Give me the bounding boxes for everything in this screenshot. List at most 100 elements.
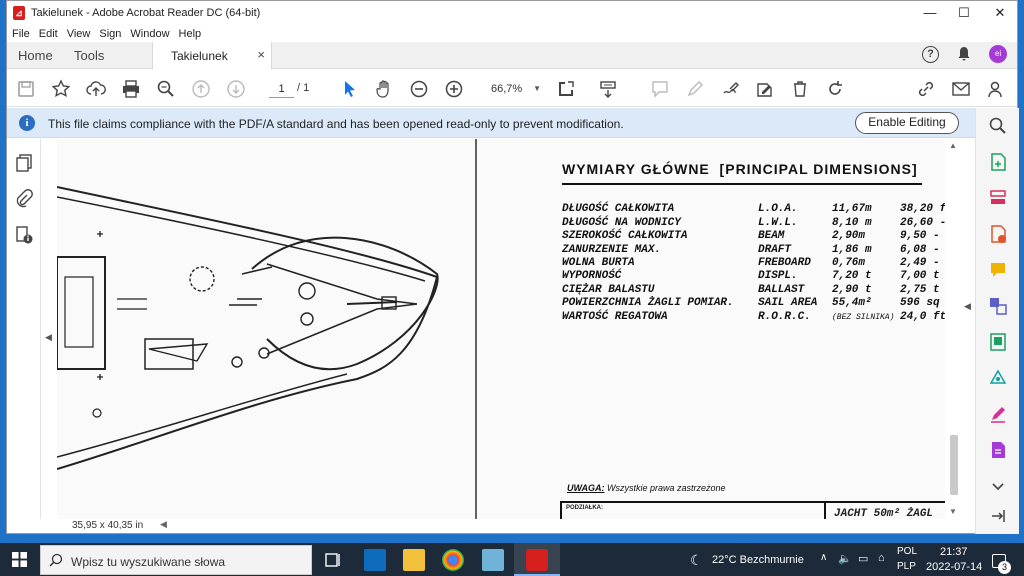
fill-sign-icon[interactable] [754, 78, 776, 100]
horizontal-scroll-left-icon[interactable]: ◀ [160, 519, 167, 530]
tab-tools[interactable]: Tools [74, 42, 104, 69]
zoom-out-icon[interactable] [408, 78, 430, 100]
comment-icon[interactable] [649, 78, 671, 100]
create-pdf-icon[interactable] [988, 152, 1008, 172]
outlook-app-icon[interactable] [364, 549, 386, 571]
zoom-level-value: 66,7% [491, 83, 523, 95]
find-zoom-icon[interactable] [155, 78, 177, 100]
scrollbar-thumb[interactable] [950, 435, 958, 495]
windows-start-icon[interactable] [12, 552, 27, 567]
file-explorer-icon[interactable] [403, 549, 425, 571]
compress-pdf-icon[interactable] [988, 332, 1008, 352]
tray-expand-chevron-icon[interactable]: ∧ [820, 552, 827, 563]
combine-files-icon[interactable] [988, 296, 1008, 316]
dimension-code: L.O.A. [758, 203, 798, 215]
dimension-name: CIĘŻAR BALASTU [562, 284, 655, 296]
scale-label: PODZIAŁKA: [566, 505, 603, 511]
dimension-name: SZEROKOŚĆ CAŁKOWITA [562, 230, 688, 242]
delete-trash-icon[interactable] [789, 78, 811, 100]
scan-ocr-icon[interactable] [988, 368, 1008, 388]
highlight-pen-icon[interactable] [684, 78, 706, 100]
scroll-down-icon[interactable]: ▼ [949, 507, 957, 516]
add-user-icon[interactable] [985, 78, 1007, 100]
weather-moon-icon: ☾ [690, 552, 703, 568]
more-tools-chevron-icon[interactable] [988, 476, 1008, 496]
scroll-up-icon[interactable]: ▲ [949, 141, 957, 150]
collapse-panel-icon[interactable] [988, 506, 1008, 526]
bookmark-star-icon[interactable] [50, 78, 72, 100]
dimension-name: DŁUGOŚĆ CAŁKOWITA [562, 203, 675, 215]
dimension-metric: 2,90 t [832, 284, 872, 296]
volume-icon[interactable]: 🔈 [838, 552, 852, 565]
acrobat-taskbar-button[interactable] [514, 543, 560, 576]
page-number-input[interactable]: 1 [269, 80, 294, 98]
zoom-level-dropdown[interactable]: 66,7% ▼ [485, 80, 543, 98]
battery-icon[interactable]: ▭ [858, 552, 868, 565]
note-text: Wszystkie prawa zastrzeżone [607, 483, 726, 493]
hand-tool-icon[interactable] [373, 78, 395, 100]
clock-date[interactable]: 2022-07-14 [926, 561, 982, 573]
organize-pages-icon[interactable] [988, 188, 1008, 208]
previous-page-icon[interactable] [190, 78, 212, 100]
select-cursor-icon[interactable] [338, 78, 360, 100]
help-icon[interactable]: ? [922, 46, 942, 66]
taskbar-search-box[interactable]: Wpisz tu wyszukiwane słowa [40, 545, 312, 575]
menu-view[interactable]: View [67, 28, 91, 40]
search-zoom-icon[interactable] [988, 116, 1008, 136]
keyboard-language[interactable]: POL [897, 546, 917, 557]
weather-status[interactable]: 22°C Bezchmurnie [712, 554, 804, 566]
page-thumbnails-icon[interactable] [14, 153, 34, 173]
document-viewport[interactable]: WYMIARY GŁÓWNE [PRINCIPAL DIMENSIONS] DŁ… [57, 139, 945, 519]
share-link-icon[interactable] [915, 78, 937, 100]
notepad-app-icon[interactable] [482, 549, 504, 571]
status-bar: 35,95 x 40,35 in ◀ [57, 519, 963, 533]
menu-window[interactable]: Window [130, 28, 169, 40]
export-pdf-icon[interactable] [988, 224, 1008, 244]
comment-tool-icon[interactable] [988, 260, 1008, 280]
heading-underline [562, 183, 922, 185]
enable-editing-button[interactable]: Enable Editing [855, 112, 959, 134]
drawing-title-block: PODZIAŁKA: JACHT 50m² ŻAGL [560, 501, 945, 519]
notifications-bell-icon[interactable] [954, 46, 974, 66]
save-icon[interactable] [15, 78, 37, 100]
upload-cloud-icon[interactable] [85, 78, 107, 100]
close-window-button[interactable]: ✕ [977, 1, 1023, 25]
zoom-in-icon[interactable] [443, 78, 465, 100]
dimension-name: WYPORNOŚĆ [562, 270, 622, 282]
banner-message: This file claims compliance with the PDF… [48, 117, 624, 131]
page-fit-icon[interactable] [555, 78, 577, 100]
edit-pdf-icon[interactable] [988, 440, 1008, 460]
keyboard-layout[interactable]: PLP [897, 561, 916, 572]
print-icon[interactable] [120, 78, 142, 100]
menu-help[interactable]: Help [179, 28, 202, 40]
user-avatar[interactable]: ei [989, 45, 1007, 63]
close-tab-icon[interactable]: × [257, 47, 265, 62]
menu-edit[interactable]: Edit [39, 28, 58, 40]
right-panel-collapse-icon[interactable]: ◀ [964, 301, 971, 312]
chrome-browser-icon[interactable] [442, 549, 464, 571]
menu-file[interactable]: File [12, 28, 30, 40]
rotate-icon[interactable] [824, 78, 846, 100]
fill-and-sign-icon[interactable] [988, 404, 1008, 424]
dimension-name: ZANURZENIE MAX. [562, 244, 662, 256]
network-icon[interactable]: ⌂ [878, 552, 885, 564]
email-envelope-icon[interactable] [950, 78, 972, 100]
dimension-imperial: 6,08 - [900, 244, 940, 256]
next-page-icon[interactable] [225, 78, 247, 100]
attachments-paperclip-icon[interactable] [14, 189, 34, 209]
left-panel-collapse-icon[interactable]: ◀ [45, 332, 52, 343]
menu-sign[interactable]: Sign [99, 28, 121, 40]
draw-signature-icon[interactable] [719, 78, 741, 100]
tab-home[interactable]: Home [18, 42, 53, 69]
scroll-mode-icon[interactable] [597, 78, 619, 100]
dimension-code: BEAM [758, 230, 785, 242]
standards-info-icon[interactable] [14, 225, 34, 245]
clock-time[interactable]: 21:37 [940, 546, 968, 558]
task-view-icon[interactable] [322, 549, 344, 571]
dimension-metric: 55,4m² [832, 297, 872, 309]
dimension-name: POWIERZCHNIA ŻAGLI POMIAR. [562, 297, 734, 309]
dimension-code: R.O.R.C. [758, 311, 811, 323]
tab-document[interactable]: Takielunek × [152, 42, 272, 70]
acrobat-window: ⊿ Takielunek - Adobe Acrobat Reader DC (… [6, 0, 1019, 534]
vertical-scrollbar[interactable]: ▲ ▼ [945, 139, 963, 519]
